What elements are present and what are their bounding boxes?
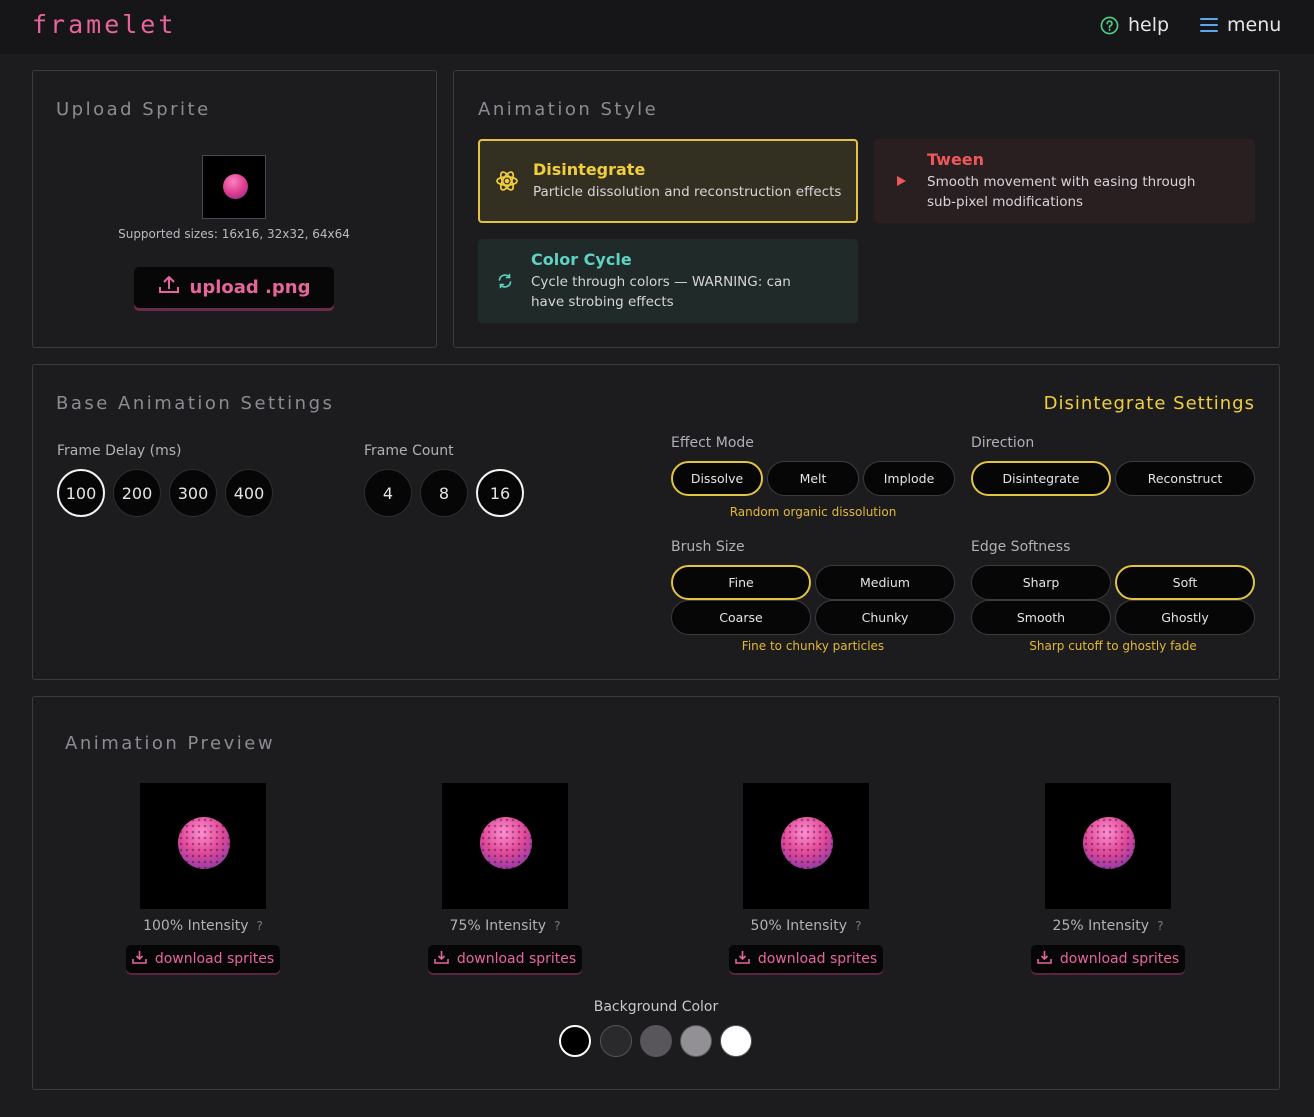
preview-intensity-label: 75% Intensity?	[449, 918, 561, 934]
frame-delay-label: Frame Delay (ms)	[57, 443, 182, 459]
disintegrate-settings-title: Disintegrate Settings	[1043, 393, 1255, 414]
style-option-desc: Particle dissolution and reconstruction …	[533, 184, 842, 200]
download-icon	[1037, 950, 1052, 968]
background-color-swatch[interactable]	[600, 1025, 632, 1057]
frame-delay-option[interactable]: 100	[57, 469, 105, 517]
frame-delay-option[interactable]: 200	[113, 469, 161, 517]
preview-canvas	[1045, 783, 1171, 909]
edge-softness-hint: Sharp cutoff to ghostly fade	[1029, 639, 1197, 653]
effect-mode-hint: Random organic dissolution	[729, 505, 897, 519]
sprite-thumbnail	[202, 155, 266, 219]
menu-label: menu	[1227, 14, 1282, 36]
refresh-icon	[478, 273, 531, 289]
download-icon	[735, 950, 750, 968]
settings-panel: Base Animation Settings Disintegrate Set…	[32, 364, 1280, 680]
help-question-icon[interactable]: ?	[1157, 919, 1163, 933]
edge-softness-option[interactable]: Smooth	[971, 600, 1111, 635]
edge-softness-option[interactable]: Sharp	[971, 565, 1111, 600]
effect-mode-label: Effect Mode	[671, 435, 754, 451]
upload-icon	[158, 275, 180, 300]
animation-style-panel: Animation Style Disintegrate Particle di…	[453, 70, 1280, 348]
frame-count-option[interactable]: 8	[420, 469, 468, 517]
direction-option[interactable]: Reconstruct	[1115, 461, 1255, 496]
download-sprites-button[interactable]: download sprites	[729, 945, 883, 973]
upload-sprite-title: Upload Sprite	[56, 99, 211, 120]
menu-button[interactable]: menu	[1200, 14, 1281, 36]
help-question-icon[interactable]: ?	[554, 919, 560, 933]
base-settings-title: Base Animation Settings	[56, 393, 335, 414]
frame-count-option[interactable]: 4	[364, 469, 412, 517]
help-label: help	[1128, 14, 1170, 36]
download-sprites-label: download sprites	[456, 951, 577, 967]
animation-preview-title: Animation Preview	[65, 733, 276, 754]
download-sprites-button[interactable]: download sprites	[428, 945, 582, 973]
effect-mode-option[interactable]: Implode	[863, 461, 955, 496]
frame-count-label: Frame Count	[364, 443, 454, 459]
preview-canvas	[442, 783, 568, 909]
background-color-label: Background Color	[593, 999, 719, 1015]
animation-style-title: Animation Style	[478, 99, 659, 120]
direction-option[interactable]: Disintegrate	[971, 461, 1111, 496]
preview-canvas	[140, 783, 266, 909]
brush-size-option[interactable]: Chunky	[815, 600, 955, 635]
download-sprites-button[interactable]: download sprites	[1031, 945, 1185, 973]
upload-png-label: upload .png	[189, 277, 311, 298]
style-option-color-cycle[interactable]: Color Cycle Cycle through colors — WARNI…	[478, 239, 858, 323]
brush-size-option[interactable]: Fine	[671, 565, 811, 600]
download-sprites-button[interactable]: download sprites	[126, 945, 280, 973]
download-icon	[434, 950, 449, 968]
style-option-title: Tween	[927, 150, 985, 169]
background-color-swatch[interactable]	[640, 1025, 672, 1057]
animation-preview-panel: Animation Preview 100% Intensity? downlo…	[32, 696, 1280, 1090]
style-option-title: Disintegrate	[533, 160, 646, 179]
style-option-title: Color Cycle	[531, 250, 632, 269]
download-icon	[132, 950, 147, 968]
help-button[interactable]: help	[1100, 14, 1169, 36]
style-option-tween[interactable]: Tween Smooth movement with easing throug…	[874, 139, 1255, 223]
style-option-desc: Smooth movement with easing through sub-…	[927, 174, 1196, 210]
direction-label: Direction	[971, 435, 1035, 451]
app-header: framelet help menu	[0, 0, 1314, 54]
supported-sizes-text: Supported sizes: 16x16, 32x32, 64x64	[118, 227, 350, 241]
preview-intensity-label: 100% Intensity?	[143, 918, 263, 934]
style-option-disintegrate[interactable]: Disintegrate Particle dissolution and re…	[478, 139, 858, 223]
frame-count-option[interactable]: 16	[476, 469, 524, 517]
background-color-swatch[interactable]	[720, 1025, 752, 1057]
edge-softness-option[interactable]: Ghostly	[1115, 600, 1255, 635]
help-icon	[1100, 16, 1119, 35]
frame-delay-option[interactable]: 400	[225, 469, 273, 517]
download-sprites-label: download sprites	[1059, 951, 1180, 967]
atom-icon	[480, 169, 533, 193]
background-color-swatch[interactable]	[680, 1025, 712, 1057]
help-question-icon[interactable]: ?	[257, 919, 263, 933]
brush-size-hint: Fine to chunky particles	[741, 639, 885, 653]
preview-canvas	[743, 783, 869, 909]
upload-sprite-panel: Upload Sprite Supported sizes: 16x16, 32…	[32, 70, 437, 348]
brush-size-option[interactable]: Coarse	[671, 600, 811, 635]
edge-softness-option[interactable]: Soft	[1115, 565, 1255, 600]
preview-intensity-label: 25% Intensity?	[1052, 918, 1164, 934]
edge-softness-label: Edge Softness	[971, 539, 1071, 555]
effect-mode-option[interactable]: Melt	[767, 461, 859, 496]
download-sprites-label: download sprites	[757, 951, 878, 967]
style-option-desc: Cycle through colors — WARNING: can have…	[531, 274, 791, 310]
help-question-icon[interactable]: ?	[855, 919, 861, 933]
hamburger-icon	[1200, 17, 1218, 33]
background-color-swatch[interactable]	[559, 1025, 591, 1057]
brush-size-option[interactable]: Medium	[815, 565, 955, 600]
app-logo[interactable]: framelet	[32, 10, 176, 39]
play-icon	[874, 175, 927, 187]
download-sprites-label: download sprites	[154, 951, 275, 967]
preview-intensity-label: 50% Intensity?	[750, 918, 862, 934]
frame-delay-option[interactable]: 300	[169, 469, 217, 517]
effect-mode-option[interactable]: Dissolve	[671, 461, 763, 496]
upload-png-button[interactable]: upload .png	[134, 267, 334, 308]
brush-size-label: Brush Size	[671, 539, 745, 555]
